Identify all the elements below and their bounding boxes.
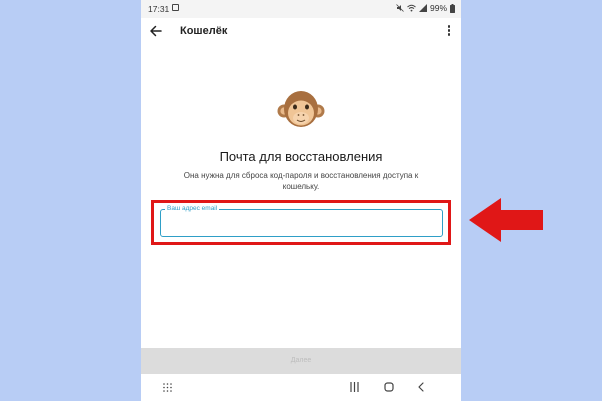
page-description: Она нужна для сброса код-пароля и восста… xyxy=(183,171,419,191)
mute-icon xyxy=(396,4,404,12)
app-bar: Кошелёк xyxy=(141,18,461,47)
battery-icon xyxy=(450,3,455,13)
content-area: Почта для восстановления Она нужна для с… xyxy=(141,46,461,348)
wifi-icon xyxy=(407,4,416,12)
status-indicators: 99% xyxy=(396,3,455,13)
app-title: Кошелёк xyxy=(180,25,228,37)
back-chevron-icon[interactable] xyxy=(417,382,425,392)
arrow-left-icon[interactable] xyxy=(149,24,163,38)
status-bar: 17:31 99% xyxy=(141,0,461,18)
more-vertical-icon[interactable] xyxy=(447,25,451,37)
apps-grid-icon[interactable] xyxy=(163,383,172,392)
highlight-box xyxy=(151,200,451,245)
signal-icon xyxy=(418,4,427,12)
page-heading: Почта для восстановления xyxy=(219,149,383,164)
recent-apps-icon[interactable] xyxy=(350,382,359,392)
next-button[interactable]: Далее xyxy=(141,348,461,374)
battery-percent: 99% xyxy=(429,3,447,13)
gallery-notification-icon xyxy=(172,4,179,11)
monkey-emoji-icon xyxy=(277,91,325,127)
navigation-bar xyxy=(141,374,461,401)
home-icon[interactable] xyxy=(384,382,394,392)
status-time: 17:31 xyxy=(148,4,170,14)
red-arrow-icon xyxy=(469,198,543,242)
